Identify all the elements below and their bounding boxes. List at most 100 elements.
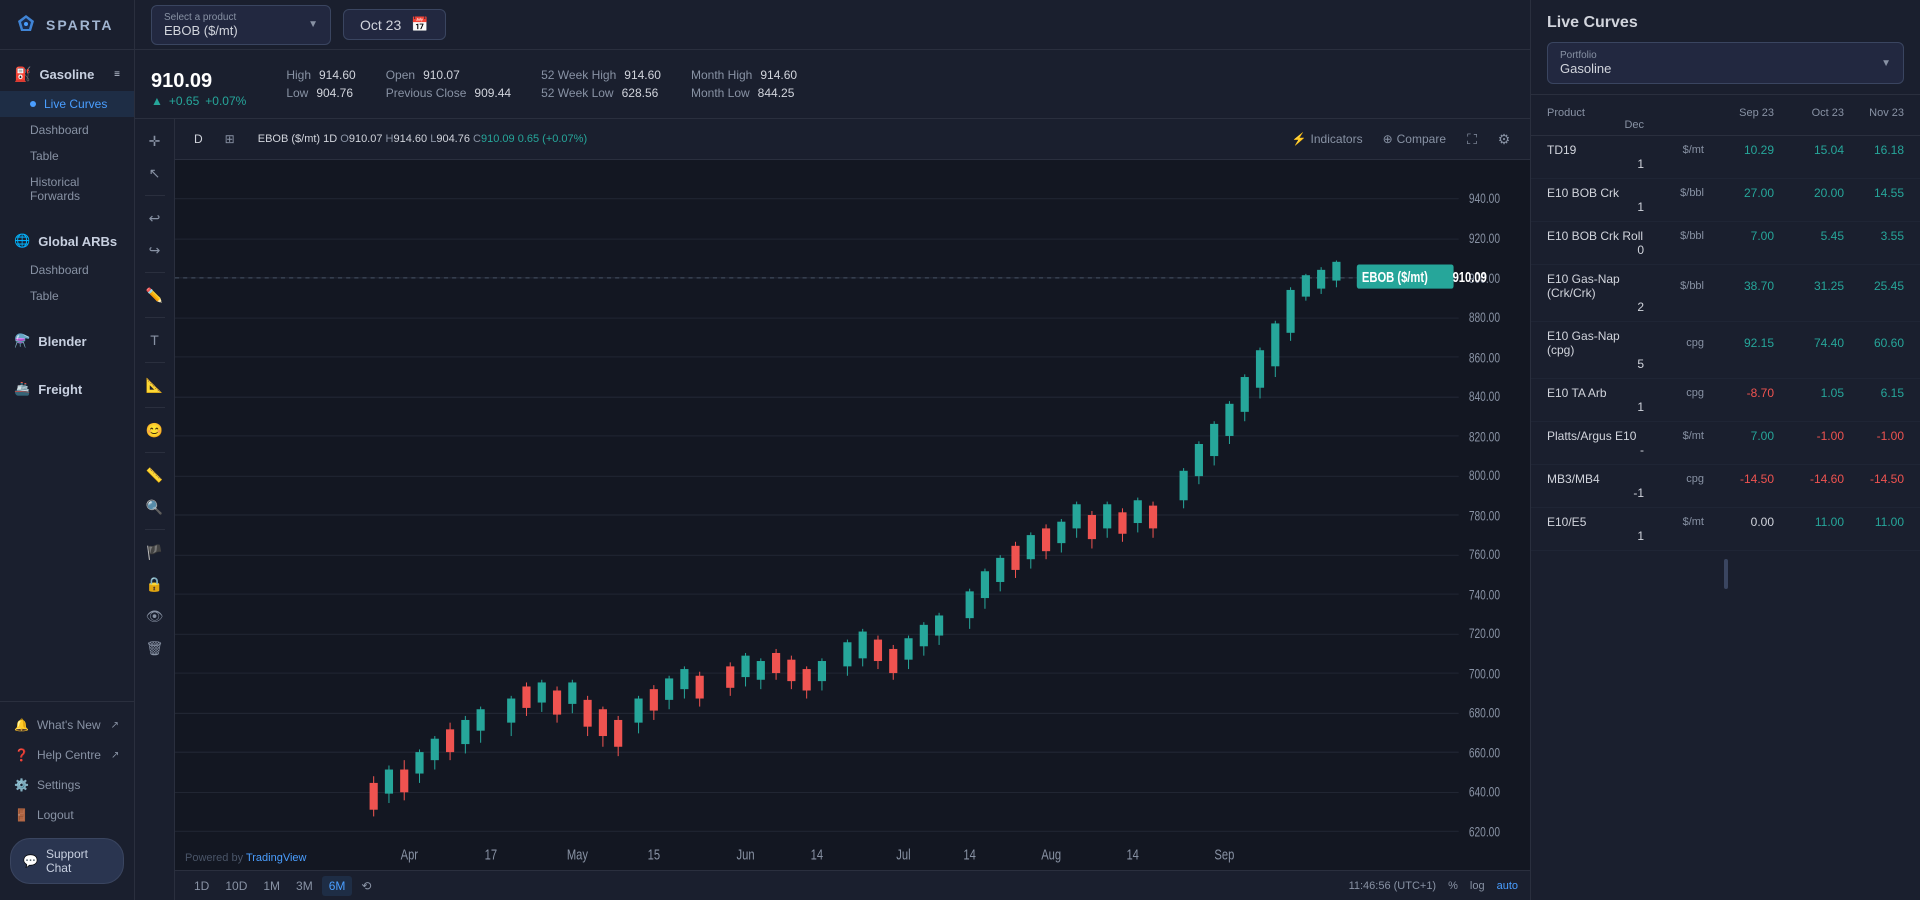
toolbar-separator-4 bbox=[145, 362, 165, 363]
compare-button[interactable]: ⊕ Compare bbox=[1375, 125, 1454, 153]
whats-new-label: What's New bbox=[37, 718, 101, 732]
sidebar-item-settings[interactable]: ⚙️ Settings bbox=[0, 770, 134, 800]
row-product-2: E10 BOB Crk Roll bbox=[1547, 229, 1644, 243]
crosshair-tool[interactable]: ✛ bbox=[141, 127, 169, 155]
row-product-1: E10 BOB Crk bbox=[1547, 186, 1644, 200]
curves-row-8[interactable]: E10/E5 $/mt 0.00 11.00 11.00 1 bbox=[1531, 508, 1920, 551]
zoom-tool[interactable]: 🔍 bbox=[141, 493, 169, 521]
help-centre-ext-icon: ↗ bbox=[111, 750, 119, 761]
chart-top-toolbar: D ⊞ EBOB ($/mt) 1D O910.07 H914.60 L904.… bbox=[175, 119, 1530, 160]
stat-month-high-label: Month High bbox=[691, 68, 752, 82]
whats-new-ext-icon: ↗ bbox=[111, 720, 119, 731]
undo-tool[interactable]: ↩ bbox=[141, 204, 169, 232]
curves-row-2[interactable]: E10 BOB Crk Roll $/bbl 7.00 5.45 3.55 0 bbox=[1531, 222, 1920, 265]
lock-tool[interactable]: 🔒 bbox=[141, 570, 169, 598]
ruler-tool[interactable]: 📏 bbox=[141, 461, 169, 489]
text-tool[interactable]: T bbox=[141, 326, 169, 354]
freight-group[interactable]: 🚢 Freight bbox=[0, 373, 134, 405]
auto-toggle[interactable]: auto bbox=[1497, 880, 1518, 892]
tf-1m[interactable]: 1M bbox=[256, 876, 287, 896]
tf-6m[interactable]: 6M bbox=[322, 876, 353, 896]
stat-52wh-label: 52 Week High bbox=[541, 68, 616, 82]
price-main: 910 bbox=[151, 70, 184, 92]
indicators-icon: ⚡ bbox=[1292, 132, 1307, 146]
chart-area[interactable]: Apr 17 May 15 Jun 14 Jul 14 Aug 14 Sep 9… bbox=[175, 160, 1530, 870]
sidebar-item-dashboard-gasoline[interactable]: Dashboard bbox=[0, 117, 134, 143]
stat-52wl-value: 628.56 bbox=[622, 86, 659, 100]
historical-forwards-label: Historical Forwards bbox=[30, 175, 120, 203]
sidebar-item-logout[interactable]: 🚪 Logout bbox=[0, 800, 134, 830]
portfolio-select[interactable]: Portfolio Gasoline ▼ bbox=[1547, 42, 1904, 84]
svg-text:740.00: 740.00 bbox=[1469, 587, 1500, 603]
gasoline-label: Gasoline bbox=[39, 67, 94, 82]
stat-52wh: 52 Week High 914.60 bbox=[541, 68, 661, 82]
toolbar-separator-1 bbox=[145, 195, 165, 196]
sidebar-item-help-centre[interactable]: ❓ Help Centre ↗ bbox=[0, 740, 134, 770]
eye-tool[interactable]: 👁 bbox=[141, 602, 169, 630]
date-button[interactable]: Oct 23 📅 bbox=[343, 9, 446, 40]
scrollbar[interactable] bbox=[1724, 559, 1728, 589]
trash-tool[interactable]: 🗑 bbox=[141, 634, 169, 662]
row-nov23-7: -14.50 bbox=[1844, 472, 1904, 486]
stat-high-value: 914.60 bbox=[319, 68, 356, 82]
sidebar-item-dashboard-arbs[interactable]: Dashboard bbox=[0, 257, 134, 283]
curves-row-5[interactable]: E10 TA Arb cpg -8.70 1.05 6.15 1 bbox=[1531, 379, 1920, 422]
gasoline-group[interactable]: ⛽ Gasoline ≡ bbox=[0, 58, 134, 91]
gasoline-section: ⛽ Gasoline ≡ Live Curves Dashboard Table… bbox=[0, 50, 134, 217]
emoji-tool[interactable]: 😊 bbox=[141, 416, 169, 444]
chart-svg: Apr 17 May 15 Jun 14 Jul 14 Aug 14 Sep 9… bbox=[175, 160, 1530, 870]
percent-toggle[interactable]: % bbox=[1448, 880, 1458, 892]
row-dec-6: - bbox=[1547, 443, 1644, 457]
svg-text:14: 14 bbox=[811, 846, 823, 863]
tradingview-link[interactable]: TradingView bbox=[246, 852, 307, 864]
curves-row-3[interactable]: E10 Gas-Nap (Crk/Crk) $/bbl 38.70 31.25 … bbox=[1531, 265, 1920, 322]
cursor-tool[interactable]: ↖ bbox=[141, 159, 169, 187]
row-dec-4: 5 bbox=[1547, 357, 1644, 371]
product-select[interactable]: Select a product EBOB ($/mt) ▼ bbox=[151, 5, 331, 45]
global-arbs-group[interactable]: 🌐 Global ARBs bbox=[0, 225, 134, 257]
row-unit-3: $/bbl bbox=[1644, 280, 1704, 292]
timeframe-1d[interactable]: D bbox=[187, 129, 210, 149]
curves-row-0[interactable]: TD19 $/mt 10.29 15.04 16.18 1 bbox=[1531, 136, 1920, 179]
pencil-tool[interactable]: ✏️ bbox=[141, 281, 169, 309]
curves-row-7[interactable]: MB3/MB4 cpg -14.50 -14.60 -14.50 -1 bbox=[1531, 465, 1920, 508]
tf-reset[interactable]: ⟲ bbox=[354, 876, 378, 896]
calendar-icon: 📅 bbox=[411, 16, 428, 33]
price-decimal: .09 bbox=[184, 70, 212, 92]
sparta-logo-icon bbox=[14, 13, 38, 37]
global-arbs-section: 🌐 Global ARBs Dashboard Table bbox=[0, 217, 134, 317]
fullscreen-button[interactable]: ⛶ bbox=[1458, 125, 1486, 153]
svg-text:May: May bbox=[567, 846, 589, 863]
tf-6m-label: 6M bbox=[329, 879, 346, 893]
toolbar-separator-5 bbox=[145, 407, 165, 408]
indicators-button[interactable]: ⚡ Indicators bbox=[1284, 125, 1371, 153]
sidebar-item-live-curves[interactable]: Live Curves bbox=[0, 91, 134, 117]
svg-text:Sep: Sep bbox=[1214, 846, 1234, 863]
tf-1d[interactable]: 1D bbox=[187, 876, 216, 896]
row-product-4: E10 Gas-Nap (cpg) bbox=[1547, 329, 1644, 357]
measure-tool[interactable]: 📐 bbox=[141, 371, 169, 399]
product-chevron-icon: ▼ bbox=[308, 19, 318, 30]
timeframe-bar-type[interactable]: ⊞ bbox=[218, 129, 242, 149]
sidebar-item-table-arbs[interactable]: Table bbox=[0, 283, 134, 309]
settings-icon: ⚙️ bbox=[14, 778, 29, 792]
support-chat-button[interactable]: 💬 Support Chat bbox=[10, 838, 124, 884]
tf-3m[interactable]: 3M bbox=[289, 876, 320, 896]
redo-tool[interactable]: ↪ bbox=[141, 236, 169, 264]
row-product-3: E10 Gas-Nap (Crk/Crk) bbox=[1547, 272, 1644, 300]
date-text: Oct 23 bbox=[360, 17, 401, 33]
curves-row-4[interactable]: E10 Gas-Nap (cpg) cpg 92.15 74.40 60.60 … bbox=[1531, 322, 1920, 379]
tf-10d[interactable]: 10D bbox=[218, 876, 254, 896]
log-toggle[interactable]: log bbox=[1470, 880, 1485, 892]
settings-chart-button[interactable]: ⚙ bbox=[1490, 125, 1518, 153]
svg-text:17: 17 bbox=[485, 846, 497, 863]
sidebar-item-whats-new[interactable]: 🔔 What's New ↗ bbox=[0, 710, 134, 740]
sidebar-item-table-gasoline[interactable]: Table bbox=[0, 143, 134, 169]
blender-group[interactable]: ⚗️ Blender bbox=[0, 325, 134, 357]
curves-row-1[interactable]: E10 BOB Crk $/bbl 27.00 20.00 14.55 1 bbox=[1531, 179, 1920, 222]
tf-10d-label: 10D bbox=[225, 879, 247, 893]
curves-row-6[interactable]: Platts/Argus E10 $/mt 7.00 -1.00 -1.00 - bbox=[1531, 422, 1920, 465]
flag-tool[interactable]: 🏴 bbox=[141, 538, 169, 566]
sidebar-item-historical-forwards[interactable]: Historical Forwards bbox=[0, 169, 134, 209]
chart-o: 910.07 bbox=[349, 133, 383, 145]
